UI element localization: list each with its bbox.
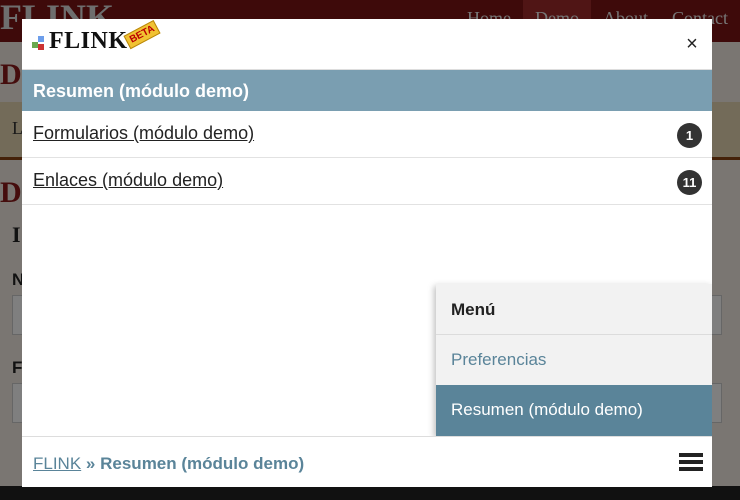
beta-badge: BETA [123, 19, 161, 50]
side-menu-popover: Menú Preferencias Resumen (módulo demo) [436, 284, 712, 436]
navigation-modal: FLINK BETA × Resumen (módulo demo) Formu… [22, 19, 712, 487]
menu-title: Menú [436, 284, 712, 335]
modal-footer: FLINK » Resumen (módulo demo) [22, 436, 712, 487]
flink-logo-icon [32, 32, 46, 52]
list-item-formularios[interactable]: Formularios (módulo demo) 1 [22, 111, 712, 158]
breadcrumb-separator: » [85, 454, 96, 473]
menu-item-preferencias[interactable]: Preferencias [436, 335, 712, 385]
modal-header: FLINK BETA × [22, 19, 712, 70]
menu-item-resumen[interactable]: Resumen (módulo demo) [436, 385, 712, 436]
breadcrumb: FLINK » Resumen (módulo demo) [33, 454, 304, 474]
module-list: Formularios (módulo demo) 1 Enlaces (mód… [22, 111, 712, 205]
list-item-label[interactable]: Enlaces (módulo demo) [33, 170, 223, 191]
count-badge: 1 [677, 123, 702, 148]
brand-name: FLINK [49, 28, 128, 54]
list-item-label[interactable]: Formularios (módulo demo) [33, 123, 254, 144]
hamburger-menu-icon[interactable] [679, 453, 703, 473]
breadcrumb-current: Resumen (módulo demo) [100, 454, 305, 473]
flink-logo[interactable]: FLINK BETA [32, 19, 161, 55]
list-item-enlaces[interactable]: Enlaces (módulo demo) 11 [22, 158, 712, 205]
section-title: Resumen (módulo demo) [22, 70, 712, 111]
close-button[interactable]: × [682, 33, 702, 55]
breadcrumb-root-link[interactable]: FLINK [33, 454, 81, 473]
count-badge: 11 [677, 170, 702, 195]
